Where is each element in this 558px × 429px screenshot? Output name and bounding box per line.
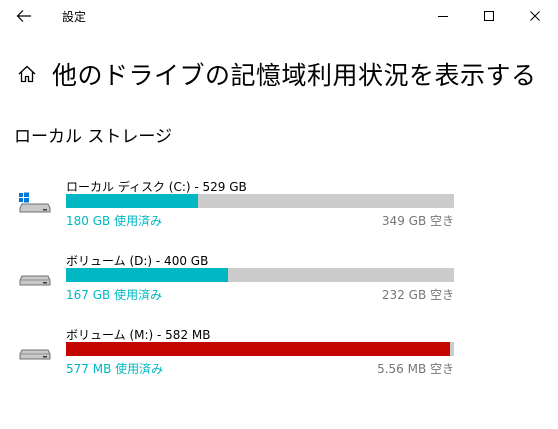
used-space: 577 MB 使用済み	[66, 362, 164, 376]
drive-label: ボリューム (M:) - 582 MB	[66, 328, 211, 342]
drive-item-m[interactable]: ボリューム (M:) - 582 MB 577 MB 使用済み 5.56 MB …	[16, 326, 456, 376]
back-button[interactable]	[12, 6, 36, 26]
windows-drive-icon	[19, 192, 51, 213]
maximize-icon	[484, 11, 494, 21]
page-title: 他のドライブの記憶域利用状況を表示する	[52, 61, 537, 90]
drive-label: ローカル ディスク (C:) - 529 GB	[66, 180, 247, 194]
title-bar: 設定	[0, 0, 558, 32]
minimize-button[interactable]	[420, 0, 466, 32]
usage-bar-fill	[66, 194, 198, 208]
close-icon	[530, 11, 540, 21]
back-arrow-icon	[16, 10, 31, 22]
minimize-icon	[438, 16, 448, 17]
home-button[interactable]	[16, 63, 38, 85]
home-icon	[18, 65, 36, 83]
free-space: 349 GB 空き	[381, 214, 454, 228]
used-space: 167 GB 使用済み	[66, 288, 163, 302]
free-space: 5.56 MB 空き	[377, 362, 454, 376]
section-title: ローカル ストレージ	[14, 127, 173, 147]
page-header: 他のドライブの記憶域利用状況を表示する	[16, 56, 537, 92]
maximize-button[interactable]	[466, 0, 512, 32]
drive-item-d[interactable]: ボリューム (D:) - 400 GB 167 GB 使用済み 232 GB 空…	[16, 252, 456, 302]
free-space: 232 GB 空き	[381, 288, 454, 302]
usage-bar-fill	[66, 268, 228, 282]
drive-label: ボリューム (D:) - 400 GB	[66, 254, 209, 268]
drive-item-c[interactable]: ローカル ディスク (C:) - 529 GB 180 GB 使用済み 349 …	[16, 178, 456, 228]
usage-bar	[66, 342, 454, 356]
used-space: 180 GB 使用済み	[66, 214, 163, 228]
usage-bar	[66, 268, 454, 282]
close-button[interactable]	[512, 0, 558, 32]
window-title: 設定	[62, 10, 87, 24]
drive-icon	[19, 349, 51, 360]
drive-icon	[19, 275, 51, 286]
usage-bar-fill	[66, 342, 451, 356]
usage-bar	[66, 194, 454, 208]
